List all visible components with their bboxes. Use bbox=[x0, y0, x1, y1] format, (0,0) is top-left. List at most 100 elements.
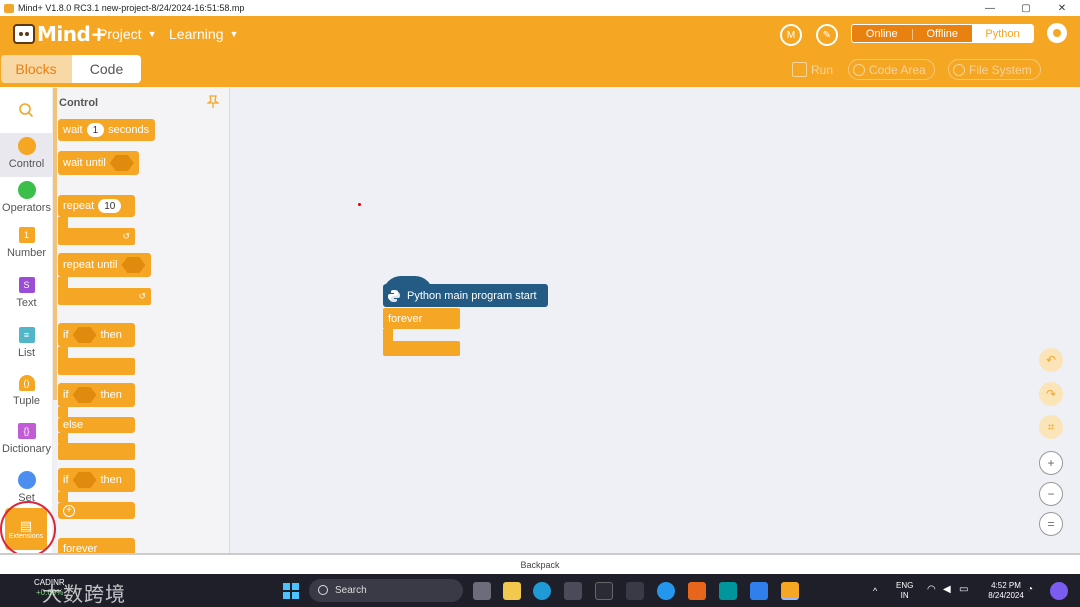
category-text[interactable]: S Text bbox=[0, 277, 53, 309]
block-forever[interactable]: forever bbox=[58, 538, 135, 553]
block-arm bbox=[58, 492, 68, 502]
category-tuple[interactable]: () Tuple bbox=[0, 375, 53, 407]
block-if-then-expandable[interactable]: if then bbox=[58, 468, 135, 492]
file-system-label: File System bbox=[969, 62, 1032, 77]
mode-online[interactable]: Online bbox=[852, 25, 912, 42]
minimize-button[interactable]: — bbox=[972, 0, 1008, 16]
file-system-button[interactable]: File System bbox=[948, 59, 1041, 80]
logo-text: Mind+ bbox=[37, 22, 107, 46]
resolve-icon[interactable] bbox=[626, 582, 644, 600]
notification-bell-icon[interactable]: ◔ bbox=[1027, 585, 1033, 595]
highlight-circle bbox=[0, 501, 56, 557]
file-explorer-icon[interactable] bbox=[503, 582, 521, 600]
category-number[interactable]: 1 Number bbox=[0, 227, 53, 259]
battery-icon[interactable]: ▭ bbox=[959, 585, 968, 595]
tab-blocks[interactable]: Blocks bbox=[1, 55, 71, 83]
app-icon[interactable] bbox=[595, 582, 613, 600]
script-workspace[interactable] bbox=[231, 87, 1080, 553]
volume-icon[interactable]: ◀ bbox=[943, 585, 951, 595]
boolean-slot bbox=[109, 155, 134, 171]
redo-icon[interactable]: ↷ bbox=[1039, 382, 1063, 406]
wifi-icon[interactable]: ◠ bbox=[927, 585, 936, 595]
store-icon[interactable] bbox=[564, 582, 582, 600]
category-label: Operators bbox=[2, 202, 51, 214]
taskbar-search[interactable]: Search bbox=[309, 579, 463, 602]
language-bottom: IN bbox=[900, 591, 909, 600]
mode-offline[interactable]: Offline bbox=[913, 25, 973, 42]
windows-start-icon[interactable] bbox=[283, 583, 299, 599]
block-arm bbox=[58, 433, 68, 443]
badge-icon[interactable]: M bbox=[780, 24, 802, 46]
edge-browser-icon[interactable] bbox=[533, 582, 551, 600]
number-icon: 1 bbox=[18, 227, 35, 243]
play-icon bbox=[792, 62, 807, 77]
category-label: Number bbox=[6, 247, 47, 259]
category-label: Tuple bbox=[12, 395, 41, 407]
plus-icon[interactable]: + bbox=[63, 504, 75, 517]
undo-icon[interactable]: ↶ bbox=[1039, 348, 1063, 372]
menu-learning[interactable]: Learning ▼ bbox=[169, 16, 238, 52]
robot-logo-icon bbox=[13, 24, 35, 44]
docker-icon[interactable] bbox=[657, 582, 675, 600]
language-top: ENG bbox=[896, 581, 914, 590]
task-view-icon[interactable] bbox=[473, 582, 491, 600]
code-area-button[interactable]: Code Area bbox=[848, 59, 935, 80]
maximize-button[interactable]: ▢ bbox=[1008, 0, 1044, 16]
category-operators[interactable]: Operators bbox=[0, 181, 53, 214]
editor-toolbar: Blocks Code Run Code Area File System bbox=[0, 52, 1080, 87]
zoom-reset-icon[interactable]: = bbox=[1039, 512, 1063, 536]
category-set[interactable]: Set bbox=[0, 471, 53, 504]
clock-time: 4:52 PM bbox=[991, 581, 1021, 590]
set-icon bbox=[17, 471, 36, 489]
zoom-in-icon[interactable]: + bbox=[1039, 451, 1063, 475]
block-plus-row[interactable]: + bbox=[58, 502, 135, 519]
block-wait-seconds[interactable]: wait 1 seconds bbox=[58, 119, 155, 141]
tab-code[interactable]: Code bbox=[71, 55, 141, 83]
block-forever-workspace[interactable]: forever bbox=[383, 308, 460, 329]
block-text: then bbox=[100, 389, 122, 401]
mindplus-taskbar-icon[interactable] bbox=[781, 582, 799, 600]
edit-icon[interactable]: ✎ bbox=[816, 24, 838, 46]
hat-label: Python main program start bbox=[407, 289, 537, 302]
block-else-row: else bbox=[58, 417, 135, 433]
category-list[interactable]: ≡ List bbox=[0, 327, 53, 359]
mindplus-app-icon bbox=[4, 3, 14, 13]
zoom-out-icon[interactable]: − bbox=[1039, 482, 1063, 506]
copilot-icon[interactable] bbox=[1050, 582, 1068, 600]
category-dictionary[interactable]: {} Dictionary bbox=[0, 423, 53, 455]
mode-python[interactable]: Python bbox=[972, 25, 1033, 42]
block-if-then-else[interactable]: if then bbox=[58, 383, 135, 407]
backpack-bar[interactable]: Backpack bbox=[0, 553, 1080, 574]
crop-icon[interactable]: ⌗ bbox=[1039, 415, 1063, 439]
boolean-slot bbox=[72, 387, 97, 403]
arduino-icon[interactable] bbox=[719, 582, 737, 600]
app-f-icon[interactable] bbox=[688, 582, 706, 600]
block-repeat[interactable]: repeat 10 bbox=[58, 195, 135, 217]
run-button[interactable]: Run bbox=[792, 59, 833, 80]
close-button[interactable]: ✕ bbox=[1044, 0, 1080, 16]
block-python-main-start[interactable]: Python main program start bbox=[383, 284, 548, 307]
pin-icon[interactable] bbox=[207, 95, 219, 109]
block-palette: Control wait 1 seconds wait until repeat… bbox=[57, 87, 230, 553]
search-icon[interactable] bbox=[18, 102, 34, 118]
chevron-up-icon[interactable]: ^ bbox=[873, 586, 877, 596]
number-input[interactable]: 10 bbox=[98, 199, 122, 213]
list-icon: ≡ bbox=[18, 327, 35, 343]
category-label: Dictionary bbox=[2, 443, 51, 455]
block-repeat-until[interactable]: repeat until bbox=[58, 253, 151, 277]
block-foot: ↺ bbox=[58, 228, 135, 245]
menu-project[interactable]: Project ▼ bbox=[98, 16, 157, 52]
block-wait-until[interactable]: wait until bbox=[58, 151, 139, 175]
gear-icon[interactable] bbox=[1047, 23, 1067, 43]
control-dot-icon bbox=[17, 137, 36, 155]
category-label: Control bbox=[8, 158, 45, 170]
category-control[interactable]: Control bbox=[0, 133, 53, 177]
language-indicator[interactable]: ENG IN bbox=[896, 581, 913, 601]
text-icon: S bbox=[18, 277, 35, 293]
number-input[interactable]: 1 bbox=[86, 123, 105, 137]
radio-icon bbox=[953, 63, 965, 76]
python-icon bbox=[388, 289, 400, 302]
block-if-then[interactable]: if then bbox=[58, 323, 135, 347]
vscode-icon[interactable] bbox=[750, 582, 768, 600]
clock[interactable]: 4:52 PM 8/24/2024 bbox=[982, 581, 1030, 601]
